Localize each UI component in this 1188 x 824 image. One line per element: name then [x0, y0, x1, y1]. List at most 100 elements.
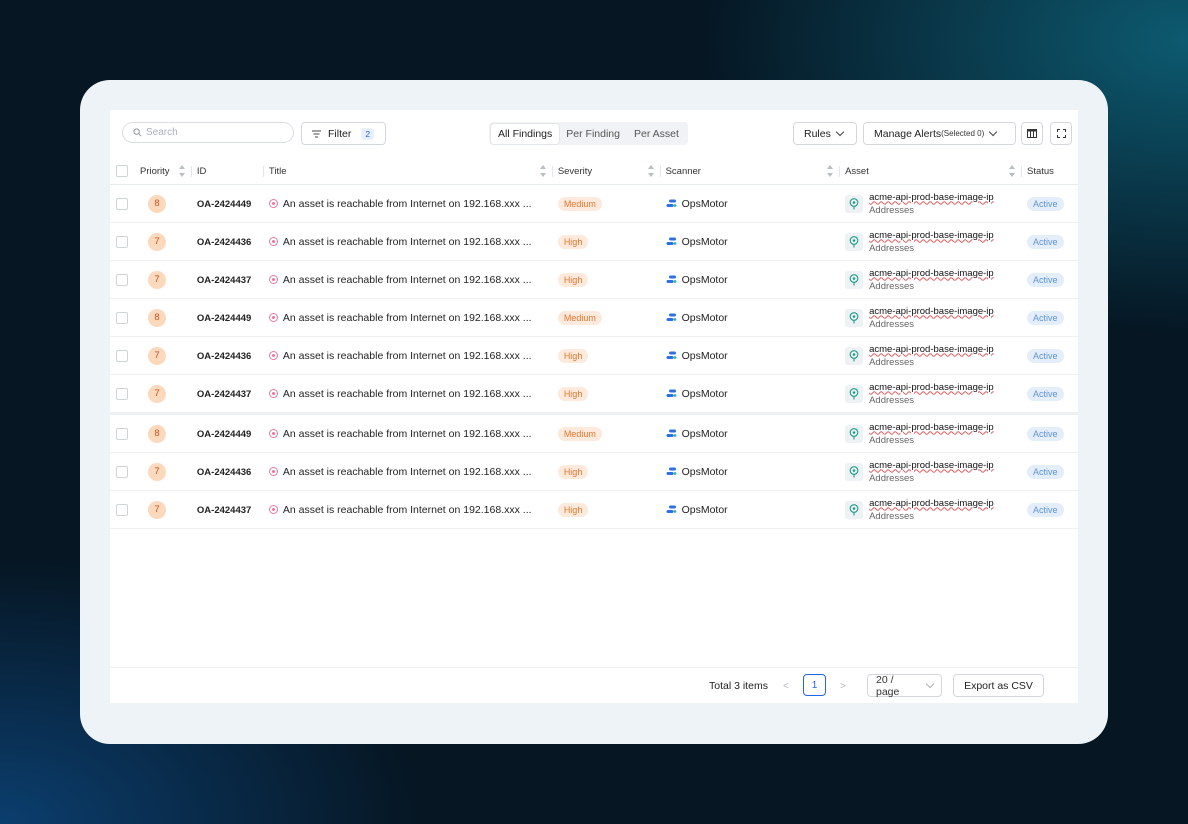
finding-id: OA-2424436: [196, 350, 252, 362]
finding-title[interactable]: An asset is reachable from Internet on 1…: [283, 198, 532, 210]
table-row[interactable]: 7 OA-2424436 An asset is reachable from In…: [110, 452, 1078, 491]
asset-cell: acme-api-prod-base-image-ip Addresses: [839, 490, 1021, 529]
col-severity[interactable]: Severity: [551, 158, 660, 185]
col-scanner[interactable]: Scanner: [659, 158, 840, 185]
severity-badge: Medium: [557, 426, 602, 441]
col-status: Status: [1020, 158, 1078, 185]
search-input[interactable]: [142, 127, 286, 138]
row-checkbox[interactable]: [116, 197, 128, 210]
severity-cell: High: [551, 336, 660, 375]
filter-button[interactable]: Filter 2: [301, 122, 386, 145]
finding-title[interactable]: An asset is reachable from Internet on 1…: [283, 504, 532, 516]
finding-title[interactable]: An asset is reachable from Internet on 1…: [283, 312, 532, 324]
asset-link[interactable]: acme-api-prod-base-image-ip: [869, 382, 994, 393]
scanner-cell: OpsMotor: [659, 452, 840, 491]
col-title[interactable]: Title: [262, 158, 552, 185]
finding-type-icon: [268, 199, 278, 209]
search-icon: [133, 128, 142, 137]
sort-icon[interactable]: [539, 165, 546, 177]
title-cell: An asset is reachable from Internet on 1…: [262, 374, 552, 415]
table-row[interactable]: 7 OA-2424437 An asset is reachable from In…: [110, 260, 1078, 299]
table-row[interactable]: 7 OA-2424437 An asset is reachable from In…: [110, 374, 1078, 415]
fullscreen-button[interactable]: [1050, 122, 1072, 145]
col-asset[interactable]: Asset: [839, 158, 1021, 185]
row-checkbox[interactable]: [116, 235, 128, 248]
asset-link[interactable]: acme-api-prod-base-image-ip: [869, 344, 994, 355]
priority-cell: 7: [134, 336, 191, 375]
tab-all-findings[interactable]: All Findings: [491, 123, 560, 144]
table-row[interactable]: 7 OA-2424436 An asset is reachable from In…: [110, 222, 1078, 261]
sort-icon[interactable]: [647, 165, 654, 177]
col-priority[interactable]: Priority: [134, 158, 191, 185]
column-divider: [190, 166, 192, 177]
asset-cell: acme-api-prod-base-image-ip Addresses: [839, 260, 1021, 299]
prev-page-icon[interactable]: <: [783, 681, 789, 692]
asset-cell: acme-api-prod-base-image-ip Addresses: [839, 374, 1021, 415]
priority-badge: 8: [148, 308, 166, 327]
finding-title[interactable]: An asset is reachable from Internet on 1…: [283, 274, 532, 286]
table-row[interactable]: 7 OA-2424437 An asset is reachable from In…: [110, 490, 1078, 529]
finding-title[interactable]: An asset is reachable from Internet on 1…: [283, 236, 532, 248]
tab-per-finding[interactable]: Per Finding: [559, 124, 627, 144]
asset-link[interactable]: acme-api-prod-base-image-ip: [869, 460, 994, 471]
table-row[interactable]: 8 OA-2424449 An asset is reachable from In…: [110, 413, 1078, 453]
next-page-icon[interactable]: >: [840, 681, 846, 692]
columns-button[interactable]: [1021, 122, 1043, 145]
manage-alerts-selected: (Selected 0): [941, 129, 985, 138]
row-checkbox[interactable]: [116, 427, 128, 440]
export-csv-button[interactable]: Export as CSV: [953, 674, 1044, 697]
asset-link[interactable]: acme-api-prod-base-image-ip: [869, 422, 994, 433]
col-id: ID: [190, 158, 263, 185]
row-checkbox[interactable]: [116, 349, 128, 362]
scanner-name: OpsMotor: [681, 197, 728, 210]
row-checkbox[interactable]: [116, 311, 128, 324]
priority-badge: 7: [148, 384, 166, 403]
ip-address-icon: [845, 270, 864, 289]
status-cell: Active: [1020, 490, 1078, 529]
finding-title[interactable]: An asset is reachable from Internet on 1…: [283, 350, 532, 362]
sort-icon[interactable]: [178, 165, 185, 177]
asset-type: Addresses: [869, 280, 914, 292]
finding-title[interactable]: An asset is reachable from Internet on 1…: [283, 466, 532, 478]
row-checkbox[interactable]: [116, 503, 128, 516]
finding-title[interactable]: An asset is reachable from Internet on 1…: [283, 428, 532, 440]
tab-per-asset[interactable]: Per Asset: [627, 124, 686, 144]
severity-badge: High: [557, 348, 589, 363]
col-id-label: ID: [196, 165, 207, 177]
asset-type: Addresses: [869, 318, 914, 330]
filter-label: Filter: [328, 127, 352, 140]
finding-id: OA-2424436: [196, 466, 252, 478]
asset-link[interactable]: acme-api-prod-base-image-ip: [869, 306, 994, 317]
asset-cell: acme-api-prod-base-image-ip Addresses: [839, 413, 1021, 453]
asset-link[interactable]: acme-api-prod-base-image-ip: [869, 268, 994, 279]
table-row[interactable]: 8 OA-2424449 An asset is reachable from In…: [110, 184, 1078, 223]
select-cell: [110, 374, 134, 415]
page-1-button[interactable]: 1: [803, 674, 826, 696]
priority-cell: 8: [134, 184, 191, 223]
severity-cell: Medium: [551, 298, 660, 337]
finding-type-icon: [268, 429, 278, 439]
select-all-checkbox[interactable]: [116, 165, 128, 177]
asset-link[interactable]: acme-api-prod-base-image-ip: [869, 230, 994, 241]
scanner-name: OpsMotor: [681, 349, 728, 362]
search-box[interactable]: [122, 122, 294, 143]
row-checkbox[interactable]: [116, 273, 128, 286]
finding-title[interactable]: An asset is reachable from Internet on 1…: [283, 388, 532, 400]
filter-icon: [312, 130, 321, 137]
sort-icon[interactable]: [827, 165, 834, 177]
pagination-footer: Total 3 items < 1 > 20 / page Export as …: [110, 667, 1078, 704]
asset-link[interactable]: acme-api-prod-base-image-ip: [869, 192, 994, 203]
col-asset-label: Asset: [845, 165, 869, 177]
rules-button[interactable]: Rules: [793, 122, 857, 145]
asset-link[interactable]: acme-api-prod-base-image-ip: [869, 498, 994, 509]
page-size-select[interactable]: 20 / page: [867, 674, 942, 698]
finding-id: OA-2424436: [196, 236, 252, 248]
opsmotor-logo-icon: [666, 199, 676, 208]
row-checkbox[interactable]: [116, 387, 128, 400]
table-row[interactable]: 8 OA-2424449 An asset is reachable from In…: [110, 298, 1078, 337]
select-cell: [110, 452, 134, 491]
manage-alerts-button[interactable]: Manage Alerts (Selected 0): [863, 122, 1016, 145]
table-row[interactable]: 7 OA-2424436 An asset is reachable from In…: [110, 336, 1078, 375]
sort-icon[interactable]: [1008, 165, 1015, 177]
row-checkbox[interactable]: [116, 465, 128, 478]
